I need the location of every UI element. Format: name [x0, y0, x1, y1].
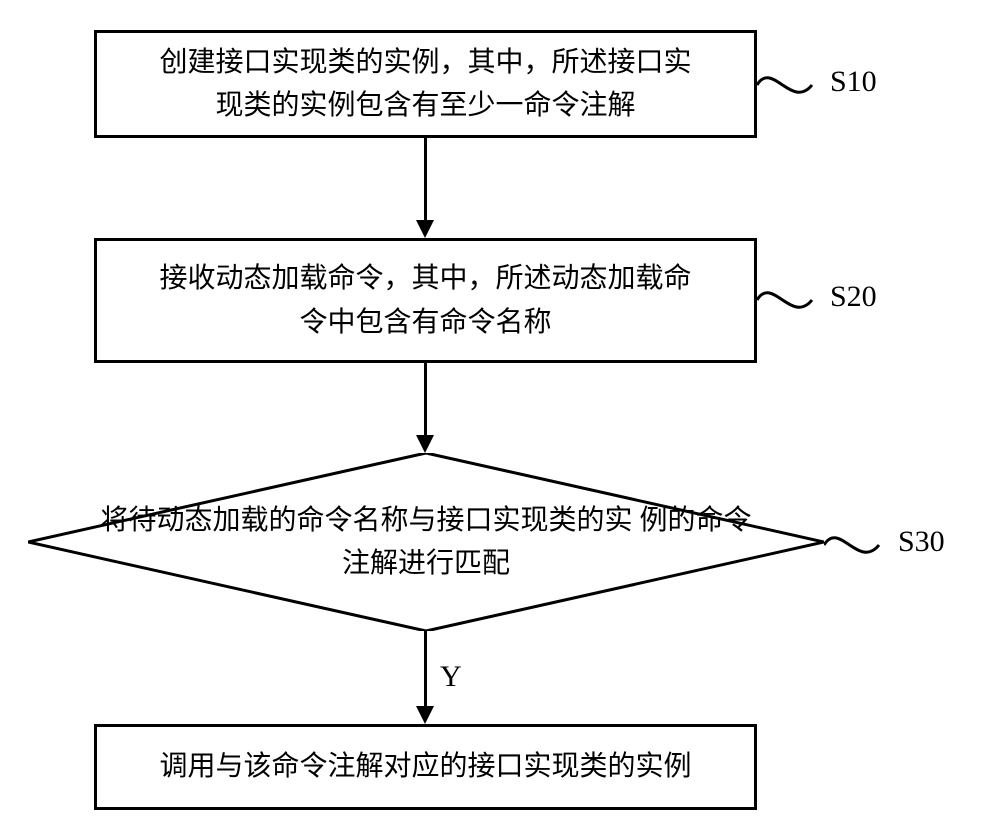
- step-label-s20: S20: [830, 280, 877, 314]
- step-label-s10: S10: [830, 65, 877, 99]
- step-label-s30: S30: [898, 525, 945, 559]
- arrow-s10-to-s20: [416, 138, 434, 238]
- flowchart-decision-s30: 将待动态加载的命令名称与接口实现类的实 例的命令注解进行匹配: [28, 453, 824, 631]
- step-s10-text: 创建接口实现类的实例，其中，所述接口实 现类的实例包含有至少一命令注解: [159, 41, 691, 128]
- arrow-s30-to-final: [416, 631, 434, 724]
- flowchart-canvas: 创建接口实现类的实例，其中，所述接口实 现类的实例包含有至少一命令注解 S10 …: [0, 0, 1000, 839]
- step-final-text: 调用与该命令注解对应的接口实现类的实例: [159, 745, 691, 788]
- flowchart-step-final: 调用与该命令注解对应的接口实现类的实例: [94, 724, 757, 810]
- decision-yes-label: Y: [440, 660, 462, 694]
- step-s30-text: 将待动态加载的命令名称与接口实现类的实 例的命令注解进行匹配: [88, 499, 764, 586]
- step-s20-text: 接收动态加载命令，其中，所述动态加载命 令中包含有命令名称: [159, 257, 691, 344]
- arrow-s20-to-s30: [416, 363, 434, 453]
- flowchart-step-s10: 创建接口实现类的实例，其中，所述接口实 现类的实例包含有至少一命令注解: [94, 30, 757, 138]
- flowchart-step-s20: 接收动态加载命令，其中，所述动态加载命 令中包含有命令名称: [94, 238, 757, 363]
